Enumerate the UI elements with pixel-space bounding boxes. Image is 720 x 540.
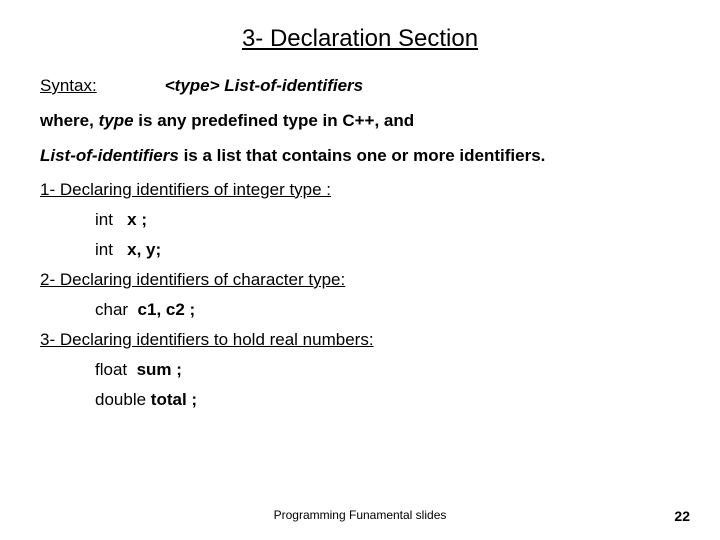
syntax-value: <type> List-of-identifiers bbox=[165, 76, 363, 95]
code-2a: char c1, c2 ; bbox=[95, 300, 680, 320]
code-kw: float bbox=[95, 360, 127, 379]
syntax-label: Syntax: bbox=[40, 75, 160, 98]
subheading-2: 2- Declaring identifiers of character ty… bbox=[40, 270, 680, 290]
slide-title: 3- Declaration Section bbox=[40, 25, 680, 53]
explain-list: List-of-identifiers is a list that conta… bbox=[40, 145, 680, 168]
list-rest: is a list that contains one or more iden… bbox=[184, 146, 546, 165]
subheading-3: 3- Declaring identifiers to hold real nu… bbox=[40, 330, 680, 350]
code-3b: double total ; bbox=[95, 390, 680, 410]
footer-text: Programming Funamental slides bbox=[0, 508, 720, 522]
list-term: List-of-identifiers bbox=[40, 146, 179, 165]
code-1b: int x, y; bbox=[95, 240, 680, 260]
code-kw: int bbox=[95, 240, 113, 259]
where-prefix: where, bbox=[40, 111, 99, 130]
code-rest: total ; bbox=[151, 390, 197, 409]
subheading-1: 1- Declaring identifiers of integer type… bbox=[40, 180, 680, 200]
page-number: 22 bbox=[674, 508, 690, 524]
code-3a: float sum ; bbox=[95, 360, 680, 380]
code-rest: c1, c2 ; bbox=[138, 300, 196, 319]
code-rest: sum ; bbox=[137, 360, 182, 379]
code-rest: x ; bbox=[127, 210, 147, 229]
code-kw: double bbox=[95, 390, 151, 409]
explain-where: where, type is any predefined type in C+… bbox=[40, 110, 680, 133]
slide: 3- Declaration Section Syntax: <type> Li… bbox=[0, 0, 720, 540]
syntax-line: Syntax: <type> List-of-identifiers bbox=[40, 75, 680, 98]
where-type: type bbox=[99, 111, 134, 130]
where-rest: is any predefined type in C++, and bbox=[138, 111, 414, 130]
code-rest: x, y; bbox=[127, 240, 161, 259]
code-kw: char bbox=[95, 300, 128, 319]
code-1a: int x ; bbox=[95, 210, 680, 230]
code-kw: int bbox=[95, 210, 113, 229]
